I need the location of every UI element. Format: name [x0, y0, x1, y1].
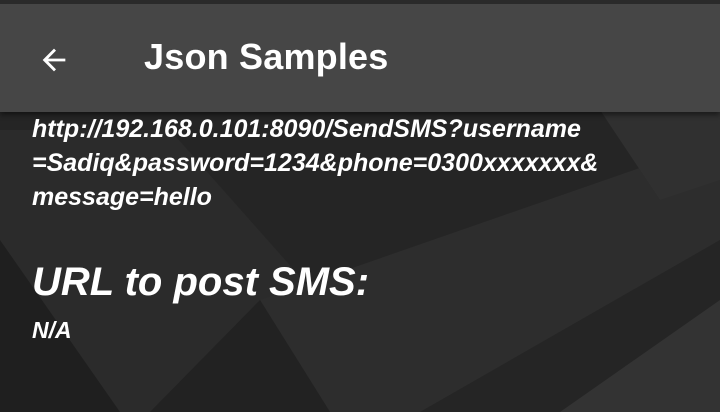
app-bar: Json Samples — [0, 4, 720, 112]
post-sms-heading: URL to post SMS: — [32, 260, 370, 304]
post-sms-value: N/A — [32, 317, 72, 343]
status-bar — [0, 0, 720, 4]
back-button[interactable] — [22, 28, 86, 92]
send-sms-url-line: message=hello — [32, 183, 212, 211]
send-sms-url-line: =Sadiq&password=1234&phone=0300xxxxxxx& — [32, 149, 599, 177]
send-sms-url-line: http://192.168.0.101:8090/SendSMS?userna… — [32, 115, 581, 143]
arrow-left-icon — [42, 48, 66, 72]
main-content: http://192.168.0.101:8090/SendSMS?userna… — [32, 112, 682, 344]
send-sms-url: http://192.168.0.101:8090/SendSMS?userna… — [32, 112, 682, 214]
page-title: Json Samples — [144, 36, 389, 77]
